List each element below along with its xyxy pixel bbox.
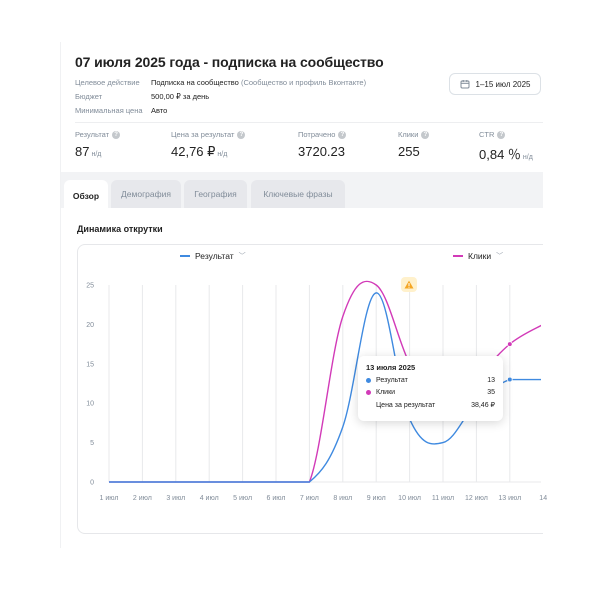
y-tick-label: 5 [90, 440, 94, 447]
x-tick-label: 9 июл [367, 495, 386, 502]
x-tick-label: 14 [539, 495, 547, 502]
chart-tooltip: 13 июля 2025 Результат 13 Клики 35 Цена … [358, 356, 503, 421]
y-tick-label: 20 [86, 322, 94, 329]
line-chart: 0 5 10 15 20 25 1 июл 2 июл 3 июл 4 июл 5 июл 6 июл… [86, 280, 547, 502]
y-tick-label: 0 [90, 480, 94, 487]
y-tick-label: 25 [86, 283, 94, 290]
tooltip-date: 13 июля 2025 [366, 363, 416, 372]
series-dot [366, 390, 371, 395]
y-tick-label: 10 [86, 401, 94, 408]
x-tick-label: 13 июл [498, 495, 521, 502]
x-tick-label: 11 июл [432, 495, 454, 502]
x-tick-label: 7 июл [300, 495, 319, 502]
tooltip-label: Результат [376, 377, 408, 384]
tooltip-row-result: Результат 13 [366, 377, 495, 384]
x-tick-label: 4 июл [200, 495, 219, 502]
tooltip-label: Клики [376, 389, 396, 396]
hover-point-clicks [506, 341, 513, 347]
x-tick-label: 6 июл [267, 495, 286, 502]
x-tick-label: 10 июл [398, 495, 421, 502]
x-tick-label: 5 июл [233, 495, 252, 502]
series-dot [366, 378, 371, 383]
x-tick-label: 8 июл [333, 495, 352, 502]
tooltip-row-cost: Цена за результат 38,46 ₽ [366, 401, 495, 410]
x-tick-label: 2 июл [133, 495, 152, 502]
tooltip-row-clicks: Клики 35 [366, 389, 495, 396]
tooltip-label: Цена за результат [376, 401, 436, 409]
x-tick-label: 3 июл [166, 495, 185, 502]
hover-point-result [506, 376, 513, 383]
x-tick-label: 1 июл [100, 495, 119, 502]
y-tick-label: 15 [86, 361, 94, 368]
warning-icon[interactable] [401, 277, 417, 292]
x-tick-label: 12 июл [465, 495, 488, 502]
tooltip-value: 35 [487, 389, 495, 396]
tooltip-value: 38,46 ₽ [471, 402, 495, 409]
tooltip-value: 13 [487, 377, 495, 384]
